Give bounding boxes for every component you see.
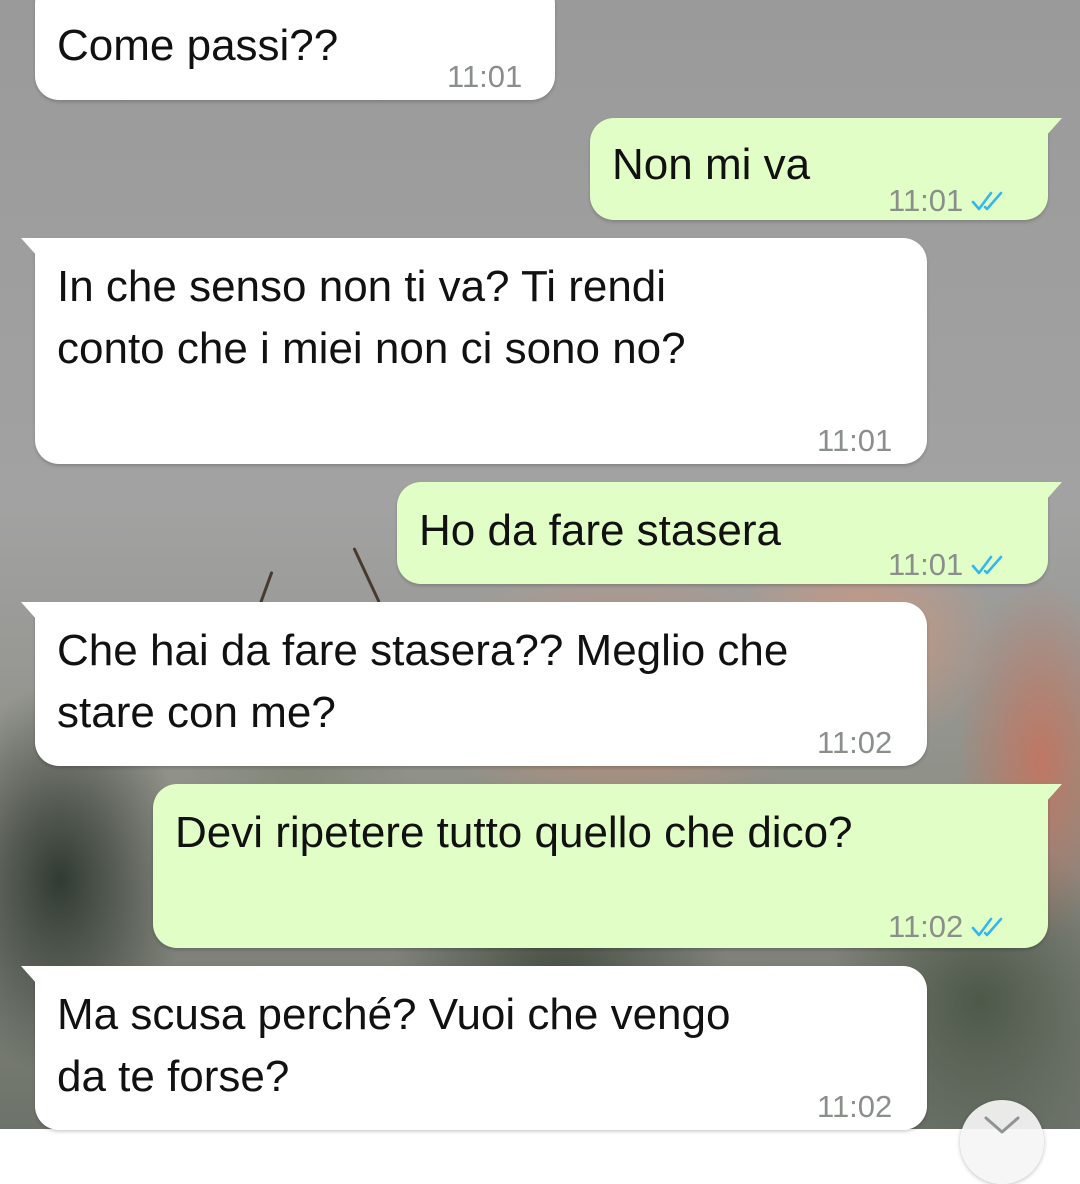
message-time: 11:02 [817, 725, 893, 760]
message-time: 11:01 [888, 547, 964, 582]
outgoing-message[interactable]: Ho da fare stasera 11:01 [397, 482, 1062, 584]
message-text: stare con me? [57, 688, 336, 737]
incoming-message[interactable]: In che senso non ti va? Ti rendi conto c… [21, 238, 927, 464]
outgoing-message[interactable]: Non mi va 11:01 [590, 118, 1062, 220]
message-text: Non mi va [612, 140, 811, 189]
incoming-message[interactable]: Come passi?? 11:01 [35, 0, 555, 100]
message-time: 11:02 [888, 909, 964, 944]
double-check-icon [971, 555, 1003, 575]
message-time: 11:01 [888, 183, 964, 218]
message-meta: 11:01 [817, 410, 892, 472]
message-meta: 11:01 [888, 534, 1011, 596]
incoming-message[interactable]: Ma scusa perché? Vuoi che vengo da te fo… [21, 966, 927, 1130]
scroll-to-bottom-button[interactable] [960, 1100, 1044, 1184]
incoming-message[interactable]: Che hai da fare stasera?? Meglio che sta… [21, 602, 927, 766]
message-meta: 11:02 [817, 712, 892, 774]
message-text: Ho da fare stasera [419, 506, 781, 555]
message-time: 11:01 [817, 423, 893, 458]
message-text: da te forse? [57, 1052, 290, 1101]
message-time: 11:01 [447, 59, 523, 94]
message-text: In che senso non ti va? Ti rendi [57, 262, 667, 311]
message-text: Che hai da fare stasera?? Meglio che [57, 626, 789, 675]
double-check-icon [971, 191, 1003, 211]
chevron-down-icon [984, 1116, 1020, 1134]
message-meta: 11:01 [888, 170, 1011, 232]
double-check-icon [971, 917, 1003, 937]
message-text: Devi ripetere tutto quello che dico? [175, 808, 853, 857]
outgoing-message[interactable]: Devi ripetere tutto quello che dico? 11:… [153, 784, 1062, 948]
message-text: conto che i miei non ci sono no? [57, 324, 686, 373]
message-text: Come passi?? [57, 21, 339, 70]
message-text: Ma scusa perché? Vuoi che vengo [57, 990, 731, 1039]
message-meta: 11:01 [447, 46, 522, 108]
message-meta: 11:02 [888, 896, 1011, 958]
